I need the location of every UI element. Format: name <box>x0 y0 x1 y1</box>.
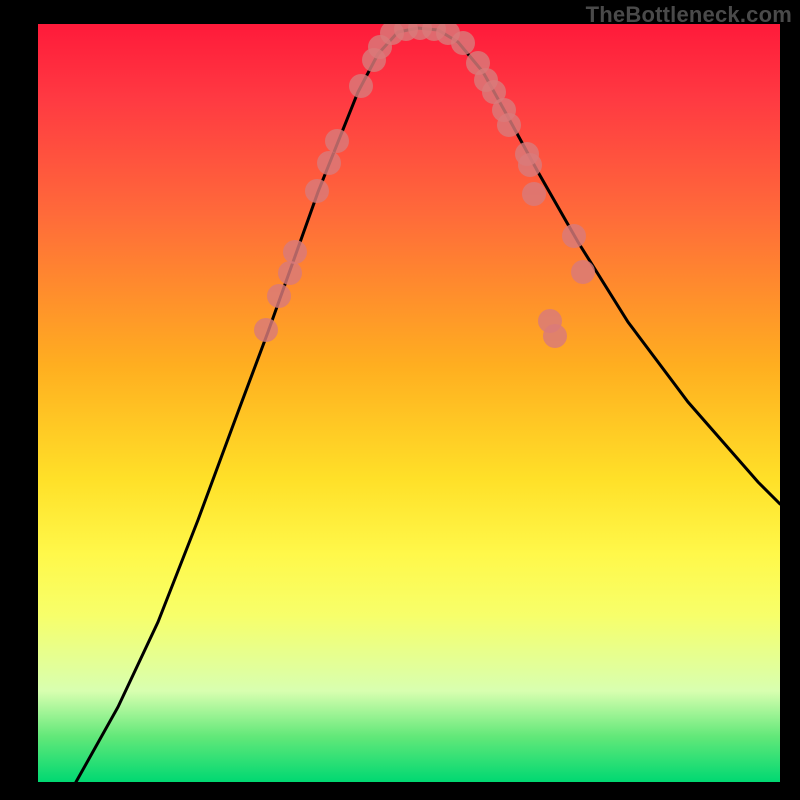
marker-point <box>522 182 546 206</box>
plot-area <box>38 24 780 782</box>
marker-point <box>317 151 341 175</box>
curve-layer <box>38 24 780 782</box>
marker-point <box>451 31 475 55</box>
marker-point <box>254 318 278 342</box>
marker-point <box>474 68 498 92</box>
marker-point <box>497 113 521 137</box>
bottleneck-curve <box>76 28 780 782</box>
watermark-text: TheBottleneck.com <box>586 2 792 28</box>
marker-point <box>562 224 586 248</box>
marker-point <box>349 74 373 98</box>
highlighted-points <box>254 24 595 348</box>
marker-point <box>305 179 329 203</box>
chart-frame: TheBottleneck.com <box>0 0 800 800</box>
marker-point <box>267 284 291 308</box>
marker-point <box>283 240 307 264</box>
marker-point <box>543 324 567 348</box>
marker-point <box>518 153 542 177</box>
marker-point <box>278 261 302 285</box>
marker-point <box>571 260 595 284</box>
marker-point <box>325 129 349 153</box>
